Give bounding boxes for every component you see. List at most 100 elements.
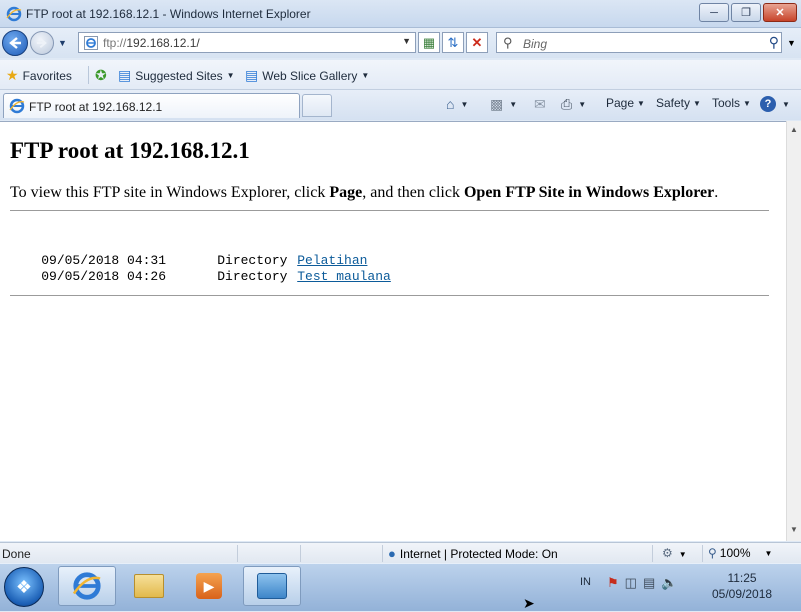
taskbar-explorer-button[interactable] [120,566,178,606]
home-icon: ⌂ [446,96,455,112]
status-text: Done [2,547,31,561]
taskbar-ie-button[interactable] [58,566,116,606]
close-button[interactable]: ✕ [763,3,797,22]
back-button[interactable] [2,30,28,56]
clock-time: 11:25 [727,571,757,585]
safety-menu[interactable]: Safety ▼ [656,96,701,110]
intro-text: To view this FTP site in Windows Explore… [10,184,718,202]
help-menu[interactable]: ? ▼ [760,96,790,112]
vertical-scrollbar[interactable]: ▲ ▼ [786,121,801,541]
scroll-down-icon[interactable]: ▼ [790,525,798,534]
tools-menu[interactable]: Tools ▼ [712,96,751,110]
restore-button[interactable]: ❐ [731,3,761,22]
window-title: FTP root at 192.168.12.1 - Windows Inter… [26,7,311,21]
chevron-down-icon: ▼ [637,98,645,108]
directory-link[interactable]: Test maulana [297,269,391,284]
search-box[interactable]: ⚲ Bing ⚲ [496,32,782,53]
refresh-icon: ⇅ [447,34,459,50]
forward-arrow-icon [36,37,47,49]
suggested-sites-link[interactable]: ▤ Suggested Sites ▼ [118,67,235,84]
window-controls: ─ ❐ ✕ [697,3,797,22]
list-item: 09/05/2018 04:26 Directory Test maulana [10,254,391,299]
compatibility-icon: ▦ [422,34,436,50]
taskbar-media-player-button[interactable]: ▶ [180,566,238,606]
back-arrow-icon [9,37,21,49]
add-to-favorites-bar-button[interactable]: ✪ [95,67,111,84]
entry-type: Directory [217,269,288,284]
status-divider [652,545,653,562]
page-menu[interactable]: Page ▼ [606,96,645,110]
tab-label: FTP root at 192.168.12.1 [29,100,163,114]
url-prefix: ftp:// [103,36,127,50]
chevron-down-icon: ▼ [678,550,687,559]
divider [10,295,769,296]
status-divider [382,545,383,562]
search-placeholder: Bing [523,37,548,51]
new-tab-button[interactable] [302,94,332,117]
chevron-down-icon: ▼ [509,100,518,109]
network-icon[interactable]: ▤ [643,575,655,591]
device-icon[interactable]: ◫ [625,575,637,591]
status-bar: Done ● Internet | Protected Mode: On ⚙ ▼ … [0,542,801,563]
read-mail-button[interactable]: ✉ [534,96,549,113]
minimize-button[interactable]: ─ [699,3,729,22]
tab-ftp-root[interactable]: FTP root at 192.168.12.1 [3,93,300,118]
stop-button[interactable]: ✕ [466,32,488,53]
print-button[interactable]: ⎙ ▼ [561,96,586,113]
chevron-down-icon: ▼ [460,99,469,109]
forward-button[interactable] [30,31,54,55]
chevron-down-icon: ▼ [693,98,701,108]
favorites-label: Favorites [22,68,72,83]
chevron-down-icon: ▼ [361,71,370,80]
security-zone[interactable]: ● Internet | Protected Mode: On [388,546,558,561]
feeds-button[interactable]: ▩ ▼ [490,96,517,113]
add-favorite-icon: ✪ [95,67,107,83]
tab-row: FTP root at 192.168.12.1 ⌂ ▼ ▩ ▼ ✉ ⎙ ▼ Page… [0,90,801,120]
ie-page-icon: ▤ [118,67,132,83]
zoom-level: 100% [719,546,751,560]
help-icon: ? [760,96,776,112]
zoom-icon: ⚲ [708,546,717,560]
zone-label: Internet | Protected Mode: On [399,546,558,561]
status-divider [300,545,301,562]
mail-icon: ✉ [534,96,546,112]
protected-mode-button[interactable]: ⚙ ▼ [662,546,687,560]
scroll-up-icon[interactable]: ▲ [790,125,798,134]
folder-icon [134,574,164,598]
title-bar: FTP root at 192.168.12.1 - Windows Inter… [0,0,801,28]
search-icon[interactable]: ⚲ [769,34,779,51]
action-center-icon[interactable]: ⚑ [607,575,619,591]
chevron-down-icon: ▼ [764,548,773,558]
safety-menu-label: Safety [656,96,691,110]
search-options-dropdown[interactable]: ▼ [787,38,796,48]
web-slice-gallery-link[interactable]: ▤ Web Slice Gallery ▼ [245,67,369,84]
favorites-divider [88,66,89,84]
chevron-down-icon: ▼ [578,100,587,109]
ie-page-icon [84,36,98,50]
taskbar-network-button[interactable] [243,566,301,606]
clock[interactable]: 11:25 05/09/2018 [712,570,772,602]
favorites-button[interactable]: ★ Favorites [6,67,72,84]
intro-action: Open FTP Site in Windows Explorer [463,184,715,201]
home-button[interactable]: ⌂ ▼ [446,96,468,112]
windows-logo-icon: ❖ [15,576,33,597]
url-host: 192.168.12.1/ [126,36,200,50]
chevron-down-icon: ▼ [743,98,751,108]
taskbar: ❖ ▶ IN ⚑ ◫ ▤ 🔈 11:25 05/09/2018 ➤ [0,563,801,611]
zoom-button[interactable]: ⚲ 100% ▼ [708,546,772,560]
recent-pages-dropdown[interactable]: ▼ [58,38,67,48]
chevron-down-icon: ▼ [226,71,235,80]
intro-middle: , and then click [362,184,464,201]
compatibility-view-button[interactable]: ▦ [418,32,440,53]
refresh-button[interactable]: ⇅ [442,32,464,53]
tools-menu-label: Tools [712,96,741,110]
intro-prefix: To view this FTP site in Windows Explore… [10,184,330,201]
address-row: ▼ ftp://192.168.12.1/ ▼ ▦ ⇅ ✕ ⚲ Bing ⚲ ▼ [0,28,801,58]
address-bar[interactable]: ftp://192.168.12.1/ ▼ [78,32,416,53]
ie-page-icon: ▤ [245,67,259,83]
start-button[interactable]: ❖ [4,567,44,607]
address-dropdown[interactable]: ▼ [402,36,411,46]
volume-icon[interactable]: 🔈 [661,575,677,591]
intro-page: Page [329,184,363,201]
language-indicator[interactable]: IN [580,576,591,588]
